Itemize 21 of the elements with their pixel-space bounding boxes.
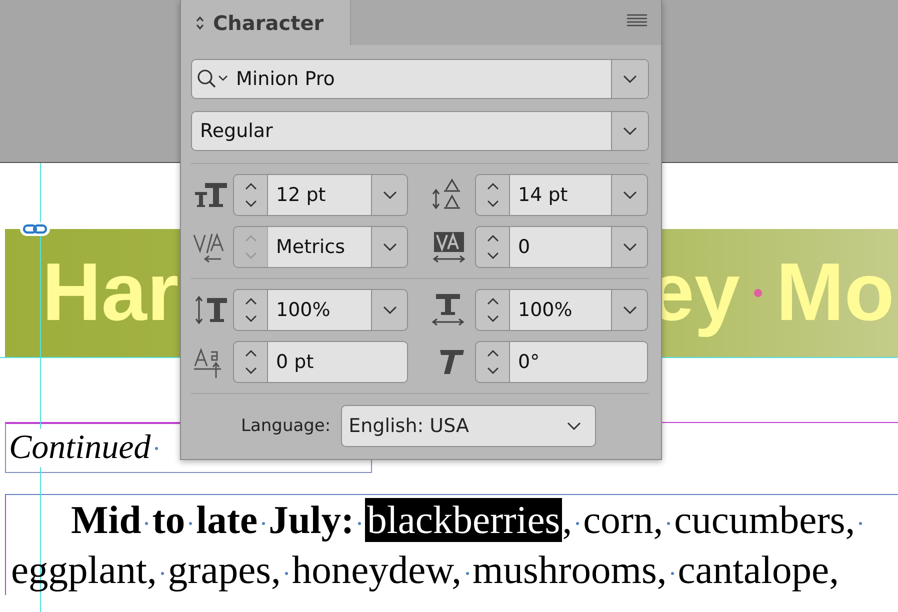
chevron-down-icon [623, 75, 637, 83]
body-text: , corn, cucumbers, [562, 498, 856, 542]
body-text: Mid to late July: [71, 498, 354, 542]
space-marker-icon [154, 446, 158, 450]
font-style-field[interactable]: Regular [191, 111, 649, 151]
space-marker-icon [754, 289, 762, 297]
chevron-down-icon [623, 127, 637, 135]
banner-heading-text: Har [42, 252, 179, 334]
menu-icon[interactable] [627, 14, 647, 28]
character-tab[interactable]: Character [181, 0, 351, 45]
dropdown-button[interactable] [611, 60, 648, 98]
collapse-arrows-icon [195, 14, 205, 30]
language-dropdown[interactable]: English: USA [340, 405, 596, 447]
chevron-down-icon [566, 422, 581, 430]
language-label: Language: [241, 416, 331, 436]
search-icon [196, 68, 230, 90]
font-family-field[interactable]: Minion Pro [191, 59, 649, 99]
banner-heading-text: Mo [776, 252, 894, 334]
dropdown-button[interactable] [611, 112, 648, 150]
selected-text: blackberries [365, 498, 562, 542]
link-icon [20, 222, 50, 236]
